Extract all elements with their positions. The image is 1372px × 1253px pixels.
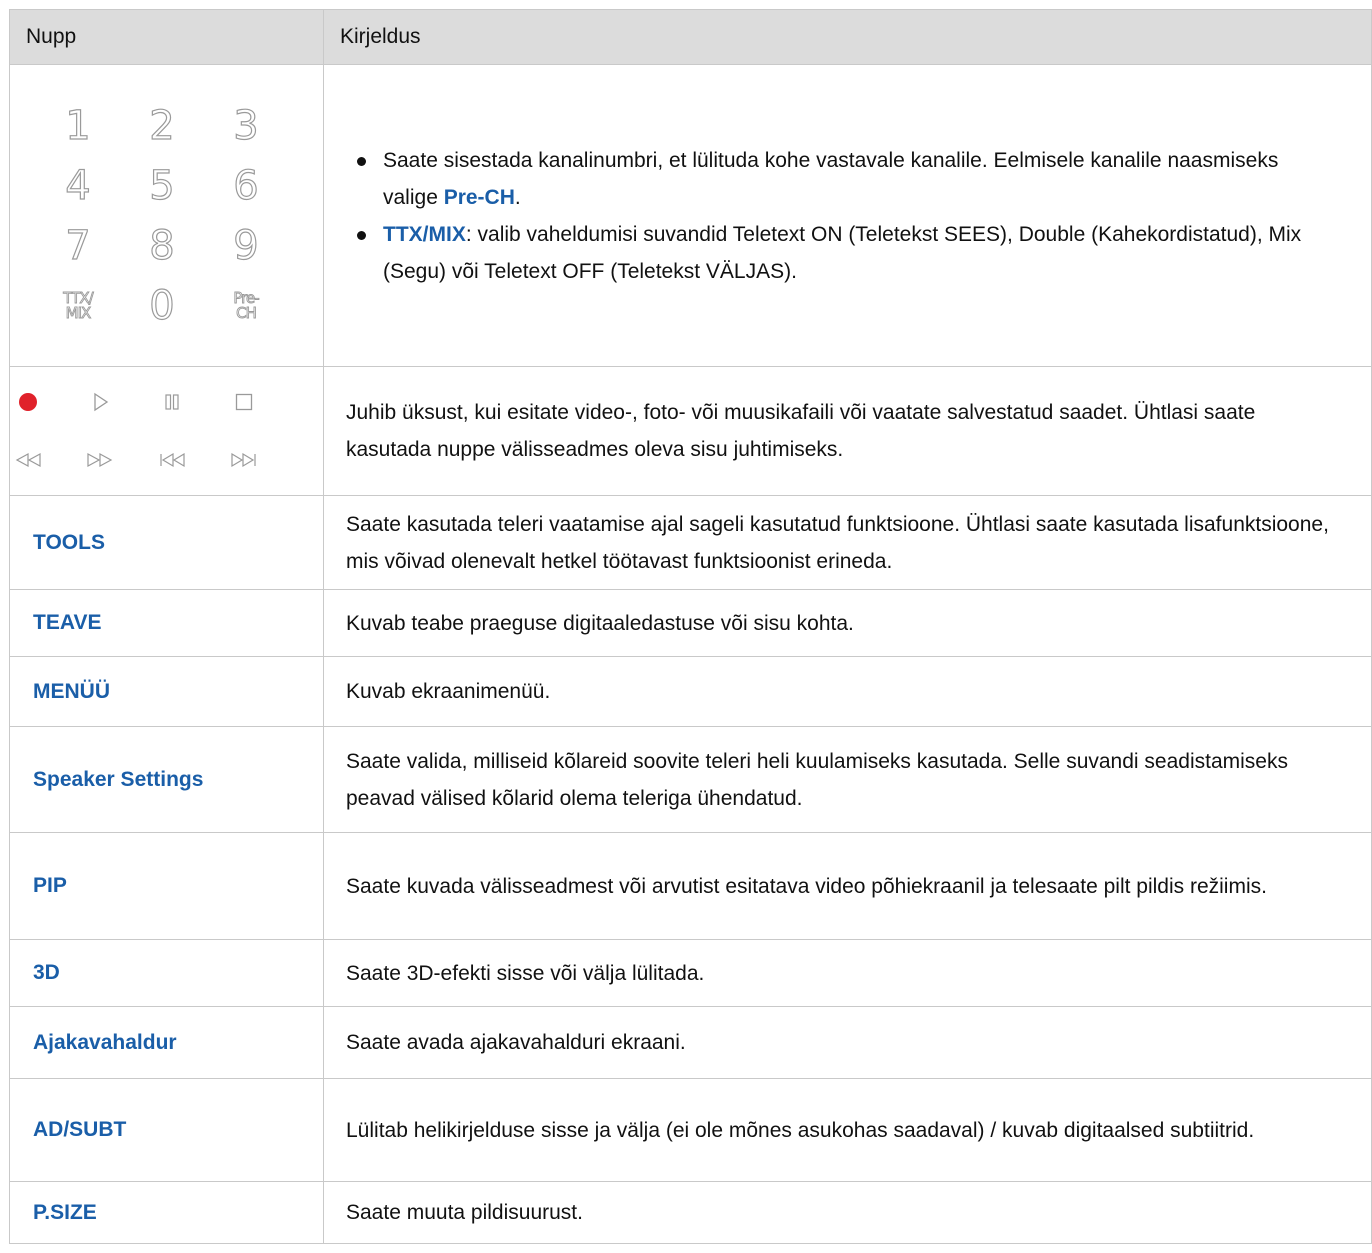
digit-2-key: 2 xyxy=(149,102,176,149)
p-size-key-label: P.SIZE xyxy=(33,1200,97,1224)
remote-buttons-table: Nupp Kirjeldus 1 2 3 4 5 6 7 8 9 TTX/ MI… xyxy=(9,9,1372,1244)
table-row-ad-subt: AD/SUBT Lülitab helikirjelduse sisse ja … xyxy=(9,1078,1372,1182)
header-button-column: Nupp xyxy=(9,9,324,65)
digit-4-key: 4 xyxy=(65,162,92,209)
p-size-description: Saate muuta pildisuurust. xyxy=(323,1181,1372,1244)
schedule-manager-key-label: Ajakavahaldur xyxy=(33,1030,177,1054)
table-row-menu: MENÜÜ Kuvab ekraanimenüü. xyxy=(9,656,1372,727)
teave-description: Kuvab teabe praeguse digitaaledastuse võ… xyxy=(323,589,1372,657)
list-item: Saate sisestada kanalinumbri, et lülitud… xyxy=(346,142,1331,216)
pre-ch-key-bottom: CH xyxy=(236,303,258,322)
pre-ch-highlight: Pre-CH xyxy=(443,185,515,209)
speaker-settings-description: Saate valida, milliseid kõlareid soovite… xyxy=(323,726,1372,833)
rewind-icon xyxy=(15,452,41,468)
media-description: Juhib üksust, kui esitate video-, foto- … xyxy=(323,366,1372,496)
ttx-mix-key-bottom: MIX xyxy=(65,303,92,322)
schedule-manager-description: Saate avada ajakavahalduri ekraani. xyxy=(323,1006,1372,1079)
numpad: 1 2 3 4 5 6 7 8 9 TTX/ MIX 0 Pre- CH xyxy=(36,96,323,336)
digit-6-key: 6 xyxy=(233,162,260,209)
digit-0-key: 0 xyxy=(149,282,176,329)
table-row-p-size: P.SIZE Saate muuta pildisuurust. xyxy=(9,1181,1372,1244)
digit-8-key: 8 xyxy=(149,222,176,269)
digit-7-key: 7 xyxy=(65,222,92,269)
next-icon xyxy=(231,452,256,468)
record-icon xyxy=(19,393,37,411)
pip-description: Saate kuvada välisseadmest või arvutist … xyxy=(323,832,1372,940)
ad-subt-key-label: AD/SUBT xyxy=(33,1118,127,1141)
table-header-row: Nupp Kirjeldus xyxy=(9,9,1372,65)
digit-1-key: 1 xyxy=(65,102,92,149)
speaker-settings-key-label: Speaker Settings xyxy=(33,767,204,791)
menu-key-label: MENÜÜ xyxy=(33,679,110,703)
3d-key-label: 3D xyxy=(33,961,60,984)
numbers-description: Saate sisestada kanalinumbri, et lülitud… xyxy=(323,64,1372,367)
play-icon xyxy=(94,392,109,412)
numbers-bullet-list: Saate sisestada kanalinumbri, et lülitud… xyxy=(346,142,1331,290)
ttx-mix-key: TTX/ MIX xyxy=(63,290,94,322)
table-row-3d: 3D Saate 3D-efekti sisse või välja lülit… xyxy=(9,939,1372,1007)
table-row-numbers: 1 2 3 4 5 6 7 8 9 TTX/ MIX 0 Pre- CH Saa… xyxy=(9,64,1372,367)
digit-3-key: 3 xyxy=(233,102,260,149)
fast-forward-icon xyxy=(87,452,113,468)
previous-icon xyxy=(160,452,185,468)
pause-icon xyxy=(165,394,179,410)
menu-description: Kuvab ekraanimenüü. xyxy=(323,656,1372,727)
table-row-pip: PIP Saate kuvada välisseadmest või arvut… xyxy=(9,832,1372,940)
table-row-teave: TEAVE Kuvab teabe praeguse digitaaledast… xyxy=(9,589,1372,657)
pre-ch-key: Pre- CH xyxy=(233,290,260,322)
pip-key-label: PIP xyxy=(33,874,67,897)
media-keys xyxy=(0,373,323,489)
digit-5-key: 5 xyxy=(149,162,176,209)
tools-description: Saate kasutada teleri vaatamise ajal sag… xyxy=(323,495,1372,590)
table-row-tools: TOOLS Saate kasutada teleri vaatamise aj… xyxy=(9,495,1372,590)
3d-description: Saate 3D-efekti sisse või välja lülitada… xyxy=(323,939,1372,1007)
digit-9-key: 9 xyxy=(233,222,260,269)
teave-key-label: TEAVE xyxy=(33,611,102,634)
ad-subt-description: Lülitab helikirjelduse sisse ja välja (e… xyxy=(323,1078,1372,1182)
table-row-speaker-settings: Speaker Settings Saate valida, milliseid… xyxy=(9,726,1372,833)
tools-key-label: TOOLS xyxy=(33,530,105,554)
header-description-column: Kirjeldus xyxy=(323,9,1372,65)
media-keys-cell xyxy=(9,366,324,496)
list-item: TTX/MIX: valib vaheldumisi suvandid Tele… xyxy=(346,216,1331,290)
table-row-media: Juhib üksust, kui esitate video-, foto- … xyxy=(9,366,1372,496)
table-row-schedule-manager: Ajakavahaldur Saate avada ajakavahalduri… xyxy=(9,1006,1372,1079)
ttx-mix-highlight: TTX/MIX xyxy=(383,222,466,246)
stop-icon xyxy=(235,393,253,411)
numpad-cell: 1 2 3 4 5 6 7 8 9 TTX/ MIX 0 Pre- CH xyxy=(9,64,324,367)
